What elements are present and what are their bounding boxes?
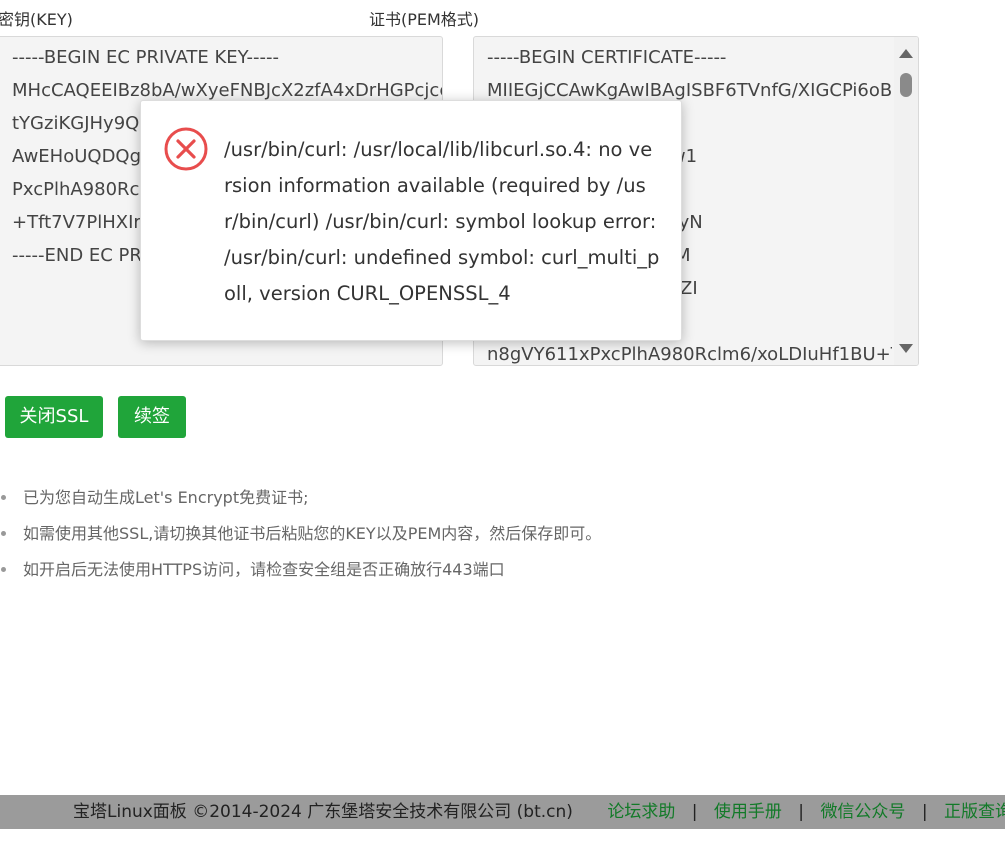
key-text-line: -----BEGIN EC PRIVATE KEY-----: [12, 47, 280, 68]
footer-link-license[interactable]: 正版查询: [944, 802, 1005, 822]
cert-text-line: n8gVY611xPxcPlhA980Rclm6/xoLDIuHf1BU+Tf: [487, 344, 892, 365]
footer: 宝塔Linux面板 ©2014-2024 广东堡塔安全技术有限公司 (bt.cn…: [0, 795, 1005, 829]
scroll-up-arrow-icon[interactable]: [899, 49, 913, 58]
footer-link-forum[interactable]: 论坛求助: [607, 802, 675, 822]
scroll-down-arrow-icon[interactable]: [899, 344, 913, 353]
key-label: 密钥(KEY): [0, 10, 73, 29]
renew-button[interactable]: 续签: [118, 396, 186, 438]
cert-label: 证书(PEM格式): [369, 10, 480, 29]
error-circle-x-icon: [164, 127, 208, 171]
tip-item: 如开启后无法使用HTTPS访问，请检查安全组是否正确放行443端口: [0, 552, 601, 588]
cert-scrollbar[interactable]: [894, 37, 918, 365]
footer-link-wechat[interactable]: 微信公众号: [820, 802, 905, 822]
footer-copyright: 宝塔Linux面板 ©2014-2024 广东堡塔安全技术有限公司 (bt.cn…: [73, 802, 573, 822]
scroll-thumb[interactable]: [900, 73, 912, 97]
footer-link-manual[interactable]: 使用手册: [714, 802, 782, 822]
cert-text-line: -----BEGIN CERTIFICATE-----: [487, 47, 727, 68]
footer-separator: |: [691, 802, 698, 822]
tips-list: 已为您自动生成Let's Encrypt免费证书; 如需使用其他SSL,请切换其…: [0, 480, 601, 588]
footer-separator: |: [921, 802, 928, 822]
tip-item: 已为您自动生成Let's Encrypt免费证书;: [0, 480, 601, 516]
close-ssl-button[interactable]: 关闭SSL: [5, 396, 103, 438]
error-dialog: /usr/bin/curl: /usr/local/lib/libcurl.so…: [140, 100, 682, 341]
footer-separator: |: [798, 802, 805, 822]
tip-item: 如需使用其他SSL,请切换其他证书后粘贴您的KEY以及PEM内容，然后保存即可。: [0, 516, 601, 552]
error-message: /usr/bin/curl: /usr/local/lib/libcurl.so…: [224, 138, 660, 305]
